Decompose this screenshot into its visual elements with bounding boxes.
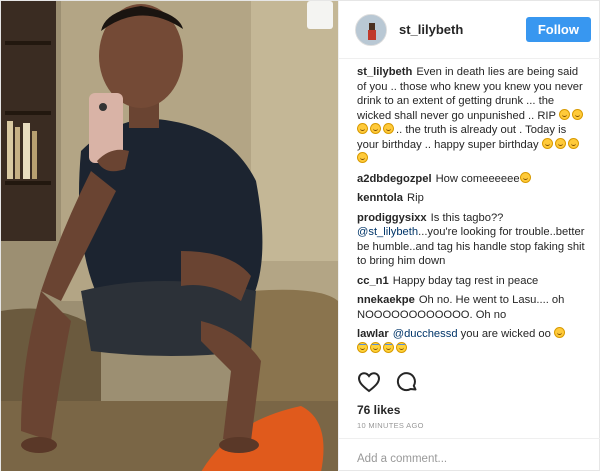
sad-face-emoji bbox=[370, 123, 381, 134]
comment-text: Is this tagbo?? bbox=[430, 211, 504, 224]
add-comment-input[interactable] bbox=[357, 453, 583, 465]
comment-item: prodiggysixx Is this tagbo?? @st_lilybeth… bbox=[357, 211, 589, 269]
likes-count[interactable]: 76 likes bbox=[357, 403, 400, 417]
avatar[interactable] bbox=[355, 13, 387, 46]
comment-username[interactable]: cc_n1 bbox=[357, 275, 389, 287]
instagram-post: st_lilybeth Follow st_lilybeth Even in de… bbox=[0, 0, 600, 471]
sad-face-emoji bbox=[558, 108, 570, 120]
comment-text: Happy bday tag rest in peace bbox=[392, 274, 539, 287]
sad-face-emoji bbox=[383, 123, 394, 134]
comment-username[interactable]: st_lilybeth bbox=[357, 66, 412, 78]
heart-icon[interactable] bbox=[357, 370, 381, 394]
comment-username[interactable]: nnekaekpe bbox=[357, 294, 415, 306]
comment-username[interactable]: a2dbdegozpel bbox=[357, 173, 432, 185]
comments-list[interactable]: st_lilybeth Even in death lies are being … bbox=[339, 59, 600, 368]
comment-text: Rip bbox=[407, 192, 424, 204]
post-actions bbox=[357, 370, 419, 394]
comment-text: How comeeeeee bbox=[435, 172, 520, 185]
header-username[interactable]: st_lilybeth bbox=[399, 22, 526, 37]
comment-mention[interactable]: @ducchessd bbox=[393, 328, 458, 340]
flushed-face-emoji bbox=[553, 327, 565, 338]
sad-face-emoji bbox=[554, 137, 566, 149]
post-timestamp: 10 MINUTES AGO bbox=[357, 421, 424, 430]
sad-face-emoji bbox=[571, 108, 583, 120]
comment-icon[interactable] bbox=[395, 370, 419, 394]
post-header: st_lilybeth Follow bbox=[339, 1, 600, 59]
comment-username[interactable]: lawlar bbox=[357, 328, 389, 340]
comment-text: you are wicked oo bbox=[457, 328, 554, 340]
laughing-crying-emoji bbox=[370, 341, 381, 353]
add-comment-bar bbox=[339, 438, 600, 471]
sad-face-emoji bbox=[357, 123, 368, 134]
sad-face-emoji bbox=[567, 137, 579, 149]
avatar-image bbox=[356, 14, 386, 45]
selfie-image bbox=[1, 1, 338, 471]
comment-caption: st_lilybeth Even in death lies are being … bbox=[357, 65, 589, 167]
comment-item: lawlar @ducchessd you are wicked oo bbox=[357, 327, 589, 356]
comment-username[interactable]: prodiggysixx bbox=[357, 212, 427, 224]
laughing-crying-emoji bbox=[357, 341, 368, 353]
laughing-crying-emoji bbox=[383, 341, 394, 353]
comment-item: a2dbdegozpel How comeeeeee bbox=[357, 171, 589, 187]
follow-button[interactable]: Follow bbox=[525, 17, 591, 42]
comment-mention[interactable]: @st_lilybeth bbox=[357, 226, 418, 238]
sad-face-emoji bbox=[357, 152, 368, 163]
laughing-crying-emoji bbox=[396, 341, 407, 353]
comment-item: nnekaekpe Oh no. He went to Lasu.... oh N… bbox=[357, 293, 589, 322]
flushed-face-emoji bbox=[519, 171, 531, 183]
post-sidebar: st_lilybeth Follow st_lilybeth Even in de… bbox=[338, 1, 600, 471]
post-photo[interactable] bbox=[1, 1, 338, 471]
comment-item: kenntola Rip bbox=[357, 191, 589, 206]
sad-face-emoji bbox=[541, 137, 553, 149]
comment-username[interactable]: kenntola bbox=[357, 192, 403, 204]
comment-item: cc_n1 Happy bday tag rest in peace bbox=[357, 274, 589, 289]
